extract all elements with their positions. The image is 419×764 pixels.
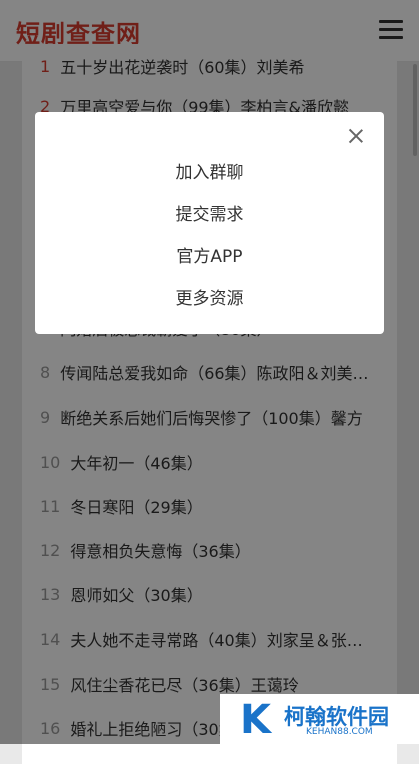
watermark-subtitle: KEHAN88.COM (306, 727, 373, 737)
menu-modal: 加入群聊 提交需求 官方APP 更多资源 (35, 112, 384, 334)
close-icon[interactable] (348, 128, 364, 144)
watermark-logo-icon: K (240, 697, 271, 743)
watermark: K 柯翰软件园 KEHAN88.COM (220, 694, 419, 744)
submit-request-button[interactable]: 提交需求 (35, 200, 384, 225)
official-app-button[interactable]: 官方APP (35, 242, 384, 267)
more-resources-button[interactable]: 更多资源 (35, 284, 384, 309)
join-group-chat-button[interactable]: 加入群聊 (35, 158, 384, 183)
